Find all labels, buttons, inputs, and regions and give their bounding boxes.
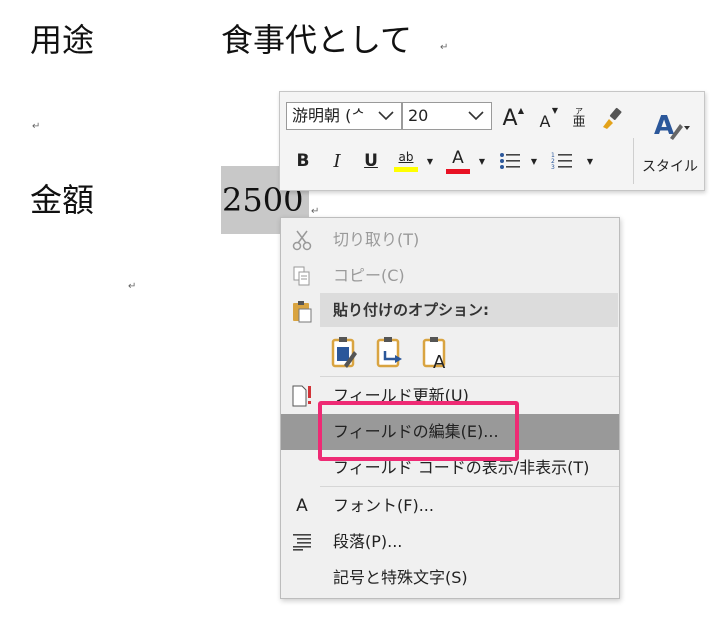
annotation-highlight-box [318, 401, 519, 461]
font-color-icon: A [452, 148, 464, 168]
phonetic-guide-bottom: 亜 [572, 114, 586, 130]
bullets-button[interactable] [496, 148, 524, 174]
highlight-button[interactable]: ab [392, 146, 420, 176]
styles-button[interactable]: A スタイル [640, 100, 700, 184]
paragraph-mark: ↵ [128, 281, 137, 292]
shrink-font-button[interactable]: A ▼ [532, 104, 558, 132]
highlight-color-bar [394, 167, 418, 172]
bullet-list-icon [500, 153, 520, 169]
menu-item-symbols[interactable]: 記号と特殊文字(S) [281, 560, 619, 596]
update-field-icon [287, 378, 317, 414]
highlight-icon: ab [398, 150, 414, 164]
mini-toolbar: 游明朝 (ᄼ 20 A ▲ A ▼ ア 亜 A スタイル B I U ab ▼ … [279, 91, 705, 191]
font-size-value: 20 [408, 106, 429, 125]
chevron-down-icon[interactable]: ▼ [476, 152, 488, 170]
phonetic-guide-button[interactable]: ア 亜 [566, 104, 592, 132]
toolbar-divider [633, 138, 634, 184]
menu-item-label: 段落(P)... [333, 532, 403, 551]
paste-options-header: 貼り付けのオプション: [320, 293, 618, 327]
menu-item-font[interactable]: A フォント(F)... [281, 488, 619, 524]
numbered-list-icon: 1 2 3 [551, 152, 572, 171]
styles-label: スタイル [642, 159, 698, 175]
doc-label-amount: 金額 [30, 181, 95, 219]
doc-value-purpose: 食事代として [221, 21, 413, 59]
doc-label-purpose: 用途 [30, 21, 95, 59]
clipboard-icon [287, 293, 317, 329]
paragraph-icon [287, 524, 317, 560]
styles-icon: A [654, 111, 690, 141]
font-size-select[interactable]: 20 [402, 102, 492, 130]
caret-down-icon: ▼ [551, 106, 558, 115]
font-color-bar [446, 169, 470, 174]
menu-item-label: フォント(F)... [333, 496, 434, 515]
italic-icon: I [333, 150, 341, 172]
menu-item-copy[interactable]: コピー(C) [281, 258, 619, 294]
paste-merge-icon [376, 337, 402, 368]
font-color-button[interactable]: A [444, 146, 472, 176]
font-icon: A [296, 496, 308, 516]
menu-separator [320, 376, 619, 377]
chevron-down-icon[interactable] [465, 103, 487, 129]
chevron-down-icon[interactable] [375, 103, 397, 129]
paste-text-only-icon: A [422, 337, 446, 369]
numbering-button[interactable]: 1 2 3 [548, 148, 576, 174]
paragraph-mark: ↵ [440, 42, 449, 53]
menu-item-label: コピー(C) [333, 266, 405, 285]
menu-item-cut[interactable]: 切り取り(T) [281, 222, 619, 258]
svg-text:A: A [433, 352, 446, 369]
paragraph-mark: ↵ [311, 206, 320, 217]
paste-options-label: 貼り付けのオプション: [333, 301, 489, 319]
paragraph-mark: ↵ [32, 121, 41, 132]
menu-separator [320, 486, 619, 487]
copy-icon [287, 258, 317, 294]
grow-font-button[interactable]: A ▲ [496, 104, 524, 132]
format-painter-button[interactable] [598, 104, 626, 132]
menu-item-label: 記号と特殊文字(S) [333, 568, 468, 587]
svg-text:3: 3 [551, 164, 555, 171]
menu-item-paragraph[interactable]: 段落(P)... [281, 524, 619, 560]
shrink-font-icon: A [539, 111, 551, 131]
paste-merge-formatting-button[interactable] [375, 334, 405, 370]
chevron-down-icon[interactable]: ▼ [584, 152, 596, 170]
bold-icon: B [296, 151, 310, 171]
font-name-select[interactable]: 游明朝 (ᄼ [286, 102, 402, 130]
underline-icon: U [364, 151, 378, 171]
underline-button[interactable]: U [358, 148, 384, 174]
format-painter-icon [603, 107, 622, 129]
chevron-down-icon[interactable]: ▼ [528, 152, 540, 170]
font-name-value: 游明朝 (ᄼ [292, 106, 367, 125]
grow-font-icon: A [502, 105, 518, 131]
bold-button[interactable]: B [290, 148, 316, 174]
paste-keep-formatting-button[interactable] [329, 334, 359, 370]
scissors-icon [287, 222, 317, 258]
paste-keep-source-icon [331, 337, 357, 368]
chevron-down-icon[interactable]: ▼ [424, 152, 436, 170]
italic-button[interactable]: I [324, 148, 350, 174]
caret-up-icon: ▲ [517, 106, 524, 115]
paste-text-only-button[interactable]: A [421, 334, 451, 370]
menu-item-label: 切り取り(T) [333, 230, 420, 249]
